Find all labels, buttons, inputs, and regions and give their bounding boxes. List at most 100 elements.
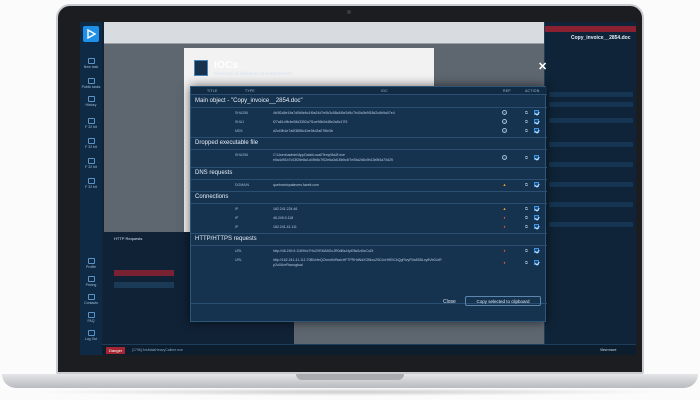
table-row: DOMAIN quebrantopalavres.fazeit.com ▲ ⧉	[191, 181, 547, 188]
app-sidebar: New task Public tasks History F 32 bit F…	[80, 22, 102, 355]
process-text: [1796] ArsMalaHeavyCallme.exe	[132, 348, 183, 352]
ioc-document-icon	[194, 60, 208, 76]
sidebar-item-contacts[interactable]: Contacts	[80, 294, 102, 305]
panel-row	[549, 182, 633, 187]
fire-icon: ♦	[503, 215, 506, 220]
table-row: MD5 d2c49b1e7a0f3856c1be94d2a07f6e3b ? ⧉	[191, 127, 547, 134]
section-title: Dropped executable file	[195, 140, 259, 146]
select-checkbox[interactable]	[534, 155, 539, 160]
copy-icon[interactable]: ⧉	[525, 224, 528, 229]
divider	[191, 179, 547, 180]
row-value[interactable]: C:\Users\admin\AppData\Local\Temp\5a2f.e…	[273, 153, 345, 157]
sidebar-item-label: Contacts	[84, 301, 98, 305]
select-checkbox[interactable]	[534, 128, 539, 133]
row-type: SHA1	[235, 119, 245, 124]
row-value[interactable]: 4b3f2c8e19a7d0b5e6c1f9a24d7e0b3c58a1f6e2…	[273, 111, 395, 115]
mail-icon	[87, 294, 95, 300]
user-icon	[87, 258, 95, 264]
windows-icon	[87, 118, 95, 124]
select-checkbox[interactable]	[534, 119, 539, 124]
sidebar-item-task-4[interactable]: F 32 bit	[80, 178, 102, 189]
table-row: SHA256 4b3f2c8e19a7d0b5e6c1f9a24d7e0b3c5…	[191, 109, 547, 116]
row-highlight	[114, 270, 174, 276]
view-more-link[interactable]: View more	[600, 348, 616, 352]
copy-icon[interactable]: ⧉	[525, 110, 528, 115]
row-type: IP	[235, 206, 239, 211]
row-value[interactable]: http://46.249.9.118/fh/c7Hu2VEMA5GcJR0dB…	[273, 249, 373, 253]
help-icon	[87, 312, 95, 318]
sidebar-item-new-task[interactable]: New task	[80, 58, 102, 69]
reputation-unknown-icon: ?	[502, 110, 507, 116]
select-checkbox[interactable]	[534, 248, 539, 253]
sidebar-item-task-3[interactable]: F 32 bit	[80, 158, 102, 169]
row-value[interactable]: http://162.241.41.111:7080/cfeQCbnnKrlBw…	[273, 258, 442, 262]
close-button[interactable]: Close	[443, 299, 456, 305]
row-type: IP	[235, 224, 239, 229]
sidebar-item-public-tasks[interactable]: Public tasks	[80, 78, 102, 89]
panel-row	[549, 142, 633, 147]
windows-icon	[87, 138, 95, 144]
copy-icon[interactable]: ⧉	[525, 119, 528, 124]
select-checkbox[interactable]	[534, 260, 539, 265]
sidebar-item-label: FAQ	[87, 319, 95, 323]
row-value[interactable]: 162.241.41.111	[273, 225, 297, 229]
panel-row	[549, 202, 633, 207]
row-value[interactable]: 162.241.224.46	[273, 207, 297, 211]
panel-row	[549, 92, 633, 97]
select-checkbox[interactable]	[534, 182, 539, 187]
copy-icon[interactable]: ⧉	[525, 182, 528, 187]
sidebar-item-pricing[interactable]: Pricing	[80, 276, 102, 287]
laptop-notch	[296, 374, 404, 380]
sidebar-item-task-1[interactable]: F 32 bit	[80, 118, 102, 129]
select-checkbox[interactable]	[534, 206, 539, 211]
http-tab[interactable]: HTTP Requests	[114, 236, 142, 241]
section-title: DNS requests	[195, 170, 233, 176]
copy-to-clipboard-button[interactable]: Copy selected to clipboard	[465, 296, 541, 306]
logo-icon[interactable]	[83, 26, 99, 42]
sidebar-item-label: Profile	[86, 265, 96, 269]
sidebar-item-logout[interactable]: Log Out	[80, 330, 102, 341]
warning-icon: ▲	[502, 206, 507, 211]
select-checkbox[interactable]	[534, 224, 539, 229]
row-normal	[114, 282, 174, 288]
divider	[191, 245, 547, 246]
sidebar-item-faq[interactable]: FAQ	[80, 312, 102, 323]
row-value[interactable]: d2c49b1e7a0f3856c1be94d2a07f6e3b	[273, 129, 333, 133]
divider	[191, 203, 547, 204]
row-value-hash[interactable]: e5a4d91b7c03f26e8a1d49b5c7f02e6a3d18b9c4…	[273, 158, 393, 162]
row-value[interactable]: f27a61c9b4e08d3352a7f1ce96b0d48e2a5c17f3	[273, 120, 347, 124]
copy-icon[interactable]: ⧉	[525, 206, 528, 211]
danger-badge: Danger	[106, 347, 126, 354]
copy-icon[interactable]: ⧉	[525, 128, 528, 133]
copy-icon[interactable]: ⧉	[525, 155, 528, 160]
select-checkbox[interactable]	[534, 110, 539, 115]
task-header-bar	[545, 26, 636, 32]
divider	[191, 149, 547, 150]
panel-row	[549, 118, 633, 123]
close-icon[interactable]: ✕	[538, 62, 547, 73]
copy-icon[interactable]: ⧉	[525, 248, 528, 253]
section-title: HTTP/HTTPS requests	[195, 236, 257, 242]
copy-button-label: Copy selected to clipboard	[476, 299, 530, 304]
sidebar-item-label: F 32 bit	[85, 165, 97, 169]
laptop-shadow	[30, 388, 670, 396]
table-row: URL http://162.241.41.111:7080/cfeQCbnnK…	[191, 256, 547, 270]
ioc-title: IOCs	[214, 60, 239, 71]
sidebar-item-label: History	[85, 103, 97, 107]
table-row: SHA1 f27a61c9b4e08d3352a7f1ce96b0d48e2a5…	[191, 118, 547, 125]
divider	[191, 233, 547, 234]
sidebar-item-profile[interactable]: Profile	[80, 258, 102, 269]
panel-row	[549, 162, 633, 167]
row-value[interactable]: 46.249.9.118	[273, 216, 293, 220]
row-value-cont[interactable]: p2u0UmRwoogtua/	[273, 263, 303, 267]
select-checkbox[interactable]	[534, 215, 539, 220]
sidebar-item-task-2[interactable]: F 32 bit	[80, 138, 102, 149]
copy-icon[interactable]: ⧉	[525, 260, 528, 265]
copy-icon[interactable]: ⧉	[525, 215, 528, 220]
panel-row	[549, 102, 633, 107]
row-value[interactable]: quebrantopalavres.fazeit.com	[273, 183, 319, 187]
section-title: Main object - "Copy_invoice__2854.doc"	[195, 98, 303, 104]
reputation-unknown-icon: ?	[502, 128, 507, 134]
sidebar-item-history[interactable]: History	[80, 96, 102, 107]
reputation-unknown-icon: ?	[502, 155, 507, 161]
